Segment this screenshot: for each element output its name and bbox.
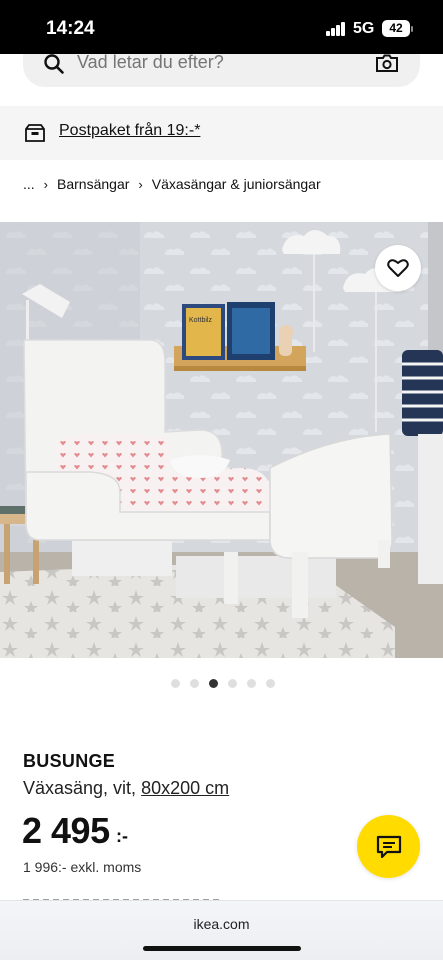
home-indicator[interactable] <box>143 946 301 951</box>
package-icon <box>25 124 45 142</box>
carousel-dot-active[interactable] <box>209 679 218 688</box>
carousel-dot[interactable] <box>266 679 275 688</box>
search-area <box>0 52 443 106</box>
status-bar: 14:24 5G 42 <box>0 0 443 54</box>
breadcrumb-item-vaxasangar[interactable]: Växasängar & juniorsängar <box>152 176 321 192</box>
search-input[interactable] <box>77 52 357 73</box>
favorite-button[interactable] <box>375 245 421 291</box>
product-size-link[interactable]: 80x200 cm <box>141 778 229 798</box>
signal-icon <box>326 22 346 36</box>
product-photo: Kottbilz <box>0 222 443 658</box>
camera-icon[interactable] <box>375 54 399 74</box>
breadcrumb-ellipsis[interactable]: ... <box>23 176 35 192</box>
search-icon <box>44 54 64 74</box>
carousel-dot[interactable] <box>247 679 256 688</box>
carousel-dot[interactable] <box>171 679 180 688</box>
promo-link[interactable]: Postpaket från 19:-* <box>59 122 200 140</box>
breadcrumb-item-barnsangar[interactable]: Barnsängar <box>57 176 129 192</box>
browser-url[interactable]: ikea.com <box>0 916 443 932</box>
breadcrumb: ... › Barnsängar › Växasängar & juniorsä… <box>23 176 321 192</box>
search-box[interactable] <box>23 52 420 87</box>
battery-tip <box>411 26 413 32</box>
price-suffix: :- <box>116 826 128 846</box>
browser-bottom-bar: ikea.com <box>0 900 443 960</box>
status-time: 14:24 <box>46 18 95 39</box>
carousel-dot[interactable] <box>228 679 237 688</box>
chevron-right-icon: › <box>43 176 49 192</box>
chat-button[interactable] <box>357 815 420 878</box>
network-type: 5G <box>353 20 375 37</box>
product-description: Växasäng, vit, 80x200 cm <box>23 778 229 799</box>
promo-bar: Postpaket från 19:-* <box>0 106 443 160</box>
carousel-dots[interactable] <box>171 679 275 688</box>
product-name: BUSUNGE <box>23 751 116 771</box>
book-title: Kottbilz <box>189 317 212 324</box>
heart-icon <box>387 259 409 277</box>
product-image[interactable]: Kottbilz <box>0 222 443 658</box>
chevron-right-icon: › <box>138 176 143 192</box>
product-price: 2 495 <box>22 810 110 851</box>
price-excl-vat: 1 996:- exkl. moms <box>23 859 142 875</box>
product-type: Växasäng, vit, <box>23 778 137 798</box>
chat-icon <box>376 835 401 858</box>
battery-icon: 42 <box>382 20 410 37</box>
carousel-dot[interactable] <box>190 679 199 688</box>
